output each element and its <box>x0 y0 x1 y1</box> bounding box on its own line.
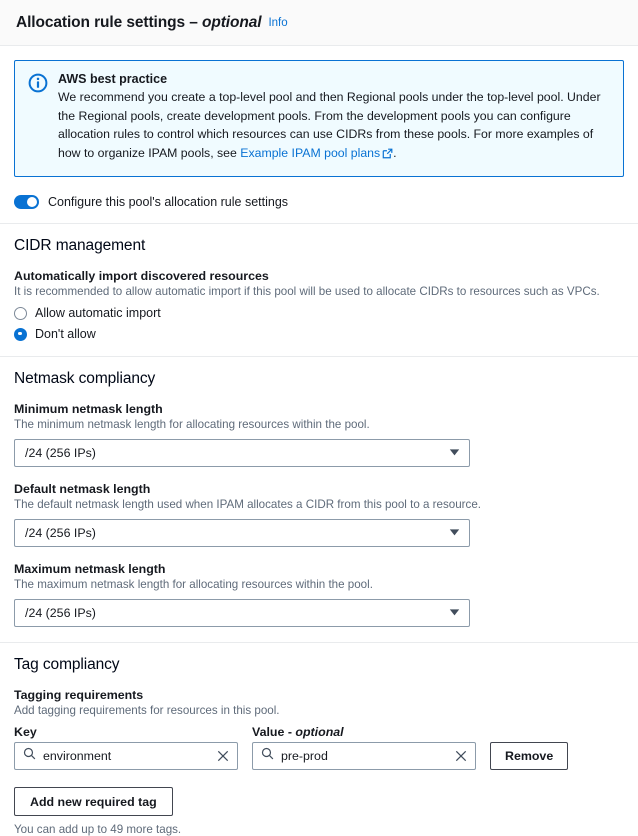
tag-key-input[interactable]: environment <box>14 742 238 770</box>
netmask-compliancy-title: Netmask compliancy <box>14 370 156 387</box>
tagging-requirements-description: Add tagging requirements for resources i… <box>14 704 280 717</box>
maximum-netmask-field: Maximum netmask length The maximum netma… <box>14 562 624 627</box>
maximum-netmask-description: The maximum netmask length for allocatin… <box>14 578 373 591</box>
maximum-netmask-label: Maximum netmask length <box>14 562 166 576</box>
search-icon <box>261 747 274 765</box>
tag-value-header-dash: - <box>287 725 292 739</box>
tag-value-input[interactable]: pre-prod <box>252 742 476 770</box>
default-netmask-field: Default netmask length The default netma… <box>14 482 624 547</box>
minimum-netmask-select[interactable]: /24 (256 IPs) <box>14 439 470 467</box>
alert-body: AWS best practice We recommend you creat… <box>58 72 610 164</box>
tag-key-header: Key <box>14 725 37 739</box>
page-header: Allocation rule settings – optional Info <box>0 0 638 46</box>
close-icon[interactable] <box>217 750 229 762</box>
alert-title: AWS best practice <box>58 72 168 86</box>
info-circle-icon <box>28 73 48 98</box>
best-practice-alert: AWS best practice We recommend you creat… <box>14 60 624 177</box>
toggle-label: Configure this pool's allocation rule se… <box>48 195 289 209</box>
search-icon <box>23 747 36 765</box>
radio-icon-unchecked[interactable] <box>14 306 27 320</box>
tagging-requirements-label: Tagging requirements <box>14 688 144 702</box>
minimum-netmask-label: Minimum netmask length <box>14 402 163 416</box>
minimum-netmask-field: Minimum netmask length The minimum netma… <box>14 402 624 467</box>
default-netmask-value: /24 (256 IPs) <box>25 526 96 540</box>
radio-label-allow: Allow automatic import <box>35 306 161 320</box>
page-title-optional: optional <box>201 13 262 31</box>
netmask-compliancy-section: Netmask compliancy Minimum netmask lengt… <box>14 357 624 627</box>
external-link-icon[interactable] <box>382 146 393 165</box>
maximum-netmask-select[interactable]: /24 (256 IPs) <box>14 599 470 627</box>
radio-dont-allow[interactable]: Don't allow <box>14 327 624 341</box>
chevron-down-icon <box>449 524 460 542</box>
tag-value-header-optional: optional <box>295 725 344 739</box>
alert-text-after-link: . <box>393 145 397 160</box>
maximum-netmask-value: /24 (256 IPs) <box>25 606 96 620</box>
default-netmask-select[interactable]: /24 (256 IPs) <box>14 519 470 547</box>
radio-label-dont-allow: Don't allow <box>35 327 96 341</box>
remove-tag-button[interactable]: Remove <box>490 742 569 770</box>
info-link[interactable]: Info <box>268 17 287 29</box>
alert-text: We recommend you create a top-level pool… <box>58 88 610 164</box>
auto-import-label: Automatically import discovered resource… <box>14 269 269 283</box>
page-title-separator: – <box>189 13 198 31</box>
tag-key-value: environment <box>43 749 112 763</box>
tag-value-header: Value - optional <box>252 725 476 739</box>
auto-import-field: Automatically import discovered resource… <box>14 269 624 341</box>
radio-icon-checked[interactable] <box>14 327 27 341</box>
configure-allocation-rule-toggle[interactable] <box>14 195 39 209</box>
minimum-netmask-value: /24 (256 IPs) <box>25 446 96 460</box>
toggle-knob <box>27 197 37 207</box>
page-title-text: Allocation rule settings <box>16 13 185 31</box>
close-icon[interactable] <box>455 750 467 762</box>
allocation-rule-toggle-row[interactable]: Configure this pool's allocation rule se… <box>14 195 624 209</box>
minimum-netmask-description: The minimum netmask length for allocatin… <box>14 418 370 431</box>
auto-import-description: It is recommended to allow automatic imp… <box>14 285 600 298</box>
tag-limit-hint: You can add up to 49 more tags. <box>14 823 182 836</box>
chevron-down-icon <box>449 604 460 622</box>
default-netmask-description: The default netmask length used when IPA… <box>14 498 481 511</box>
cidr-management-section: CIDR management Automatically import dis… <box>14 224 624 341</box>
tag-compliancy-title: Tag compliancy <box>14 656 120 673</box>
radio-allow-automatic-import[interactable]: Allow automatic import <box>14 306 624 320</box>
chevron-down-icon <box>449 444 460 462</box>
tag-value-value: pre-prod <box>281 749 328 763</box>
page-title: Allocation rule settings – optional <box>16 13 262 32</box>
cidr-management-title: CIDR management <box>14 237 146 254</box>
example-ipam-pool-plans-link[interactable]: Example IPAM pool plans <box>240 146 380 160</box>
tag-column-headers: Key Value - optional <box>14 725 624 739</box>
default-netmask-label: Default netmask length <box>14 482 151 496</box>
add-new-required-tag-button[interactable]: Add new required tag <box>14 787 173 816</box>
tag-compliancy-section: Tag compliancy Tagging requirements Add … <box>14 643 624 836</box>
table-row: environment pre-prod Remove <box>14 742 624 770</box>
tag-value-header-text: Value <box>252 725 285 739</box>
